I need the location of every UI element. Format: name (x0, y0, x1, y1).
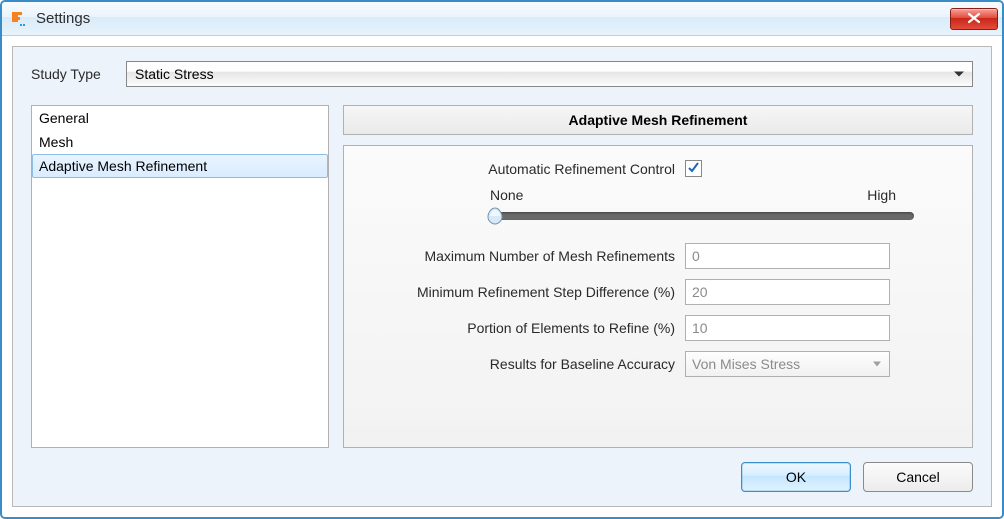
slider-labels: None High (480, 187, 914, 203)
category-sidebar: General Mesh Adaptive Mesh Refinement (31, 105, 329, 448)
chevron-down-icon (873, 362, 881, 367)
portion-refine-row: Portion of Elements to Refine (%) (350, 315, 954, 341)
baseline-accuracy-value: Von Mises Stress (692, 356, 800, 372)
study-type-row: Study Type Static Stress (31, 61, 973, 87)
slider-track (490, 212, 914, 220)
dialog-buttons: OK Cancel (31, 462, 973, 492)
min-step-diff-label: Minimum Refinement Step Difference (%) (350, 284, 685, 300)
max-refinements-row: Maximum Number of Mesh Refinements (350, 243, 954, 269)
portion-refine-label: Portion of Elements to Refine (%) (350, 320, 685, 336)
close-icon (967, 11, 981, 27)
check-icon (687, 161, 700, 177)
ok-button[interactable]: OK (741, 462, 851, 492)
slider-label-high: High (867, 187, 896, 203)
portion-refine-input[interactable] (685, 315, 890, 341)
study-type-label: Study Type (31, 66, 126, 82)
sidebar-item-adaptive-mesh-refinement[interactable]: Adaptive Mesh Refinement (32, 154, 328, 178)
content-row: General Mesh Adaptive Mesh Refinement Ad… (31, 105, 973, 448)
cancel-button-label: Cancel (896, 469, 940, 485)
sidebar-item-mesh[interactable]: Mesh (32, 130, 328, 154)
auto-refine-label: Automatic Refinement Control (350, 161, 685, 177)
baseline-accuracy-label: Results for Baseline Accuracy (350, 356, 685, 372)
baseline-accuracy-select[interactable]: Von Mises Stress (685, 351, 890, 377)
auto-refine-checkbox[interactable] (685, 160, 702, 177)
slider-label-none: None (490, 187, 523, 203)
panel-header: Adaptive Mesh Refinement (343, 105, 973, 135)
max-refinements-input[interactable] (685, 243, 890, 269)
sidebar-item-general[interactable]: General (32, 106, 328, 130)
titlebar: Settings (2, 2, 1002, 36)
chevron-down-icon (954, 72, 964, 77)
panel-title: Adaptive Mesh Refinement (569, 112, 748, 128)
close-button[interactable] (950, 8, 998, 30)
window-title: Settings (36, 10, 950, 27)
refinement-slider-block: None High (350, 187, 954, 225)
auto-refine-row: Automatic Refinement Control (350, 160, 954, 177)
main-panel: Adaptive Mesh Refinement Automatic Refin… (343, 105, 973, 448)
min-step-diff-input[interactable] (685, 279, 890, 305)
sidebar-item-label: Adaptive Mesh Refinement (39, 158, 207, 174)
study-type-value: Static Stress (135, 66, 214, 82)
baseline-accuracy-row: Results for Baseline Accuracy Von Mises … (350, 351, 954, 377)
refinement-slider[interactable] (480, 207, 914, 225)
panel-body: Automatic Refinement Control None (343, 145, 973, 448)
ok-button-label: OK (786, 469, 806, 485)
min-step-diff-row: Minimum Refinement Step Difference (%) (350, 279, 954, 305)
max-refinements-label: Maximum Number of Mesh Refinements (350, 248, 685, 264)
dialog-body: Study Type Static Stress General Mesh Ad… (12, 46, 992, 507)
slider-thumb[interactable] (486, 207, 504, 225)
settings-window: Settings Study Type Static Stress (0, 0, 1004, 519)
dialog-body-outer: Study Type Static Stress General Mesh Ad… (2, 36, 1002, 517)
sidebar-item-label: General (39, 110, 89, 126)
cancel-button[interactable]: Cancel (863, 462, 973, 492)
study-type-combo[interactable]: Static Stress (126, 61, 973, 87)
sidebar-item-label: Mesh (39, 134, 73, 150)
fusion-icon (10, 10, 28, 28)
